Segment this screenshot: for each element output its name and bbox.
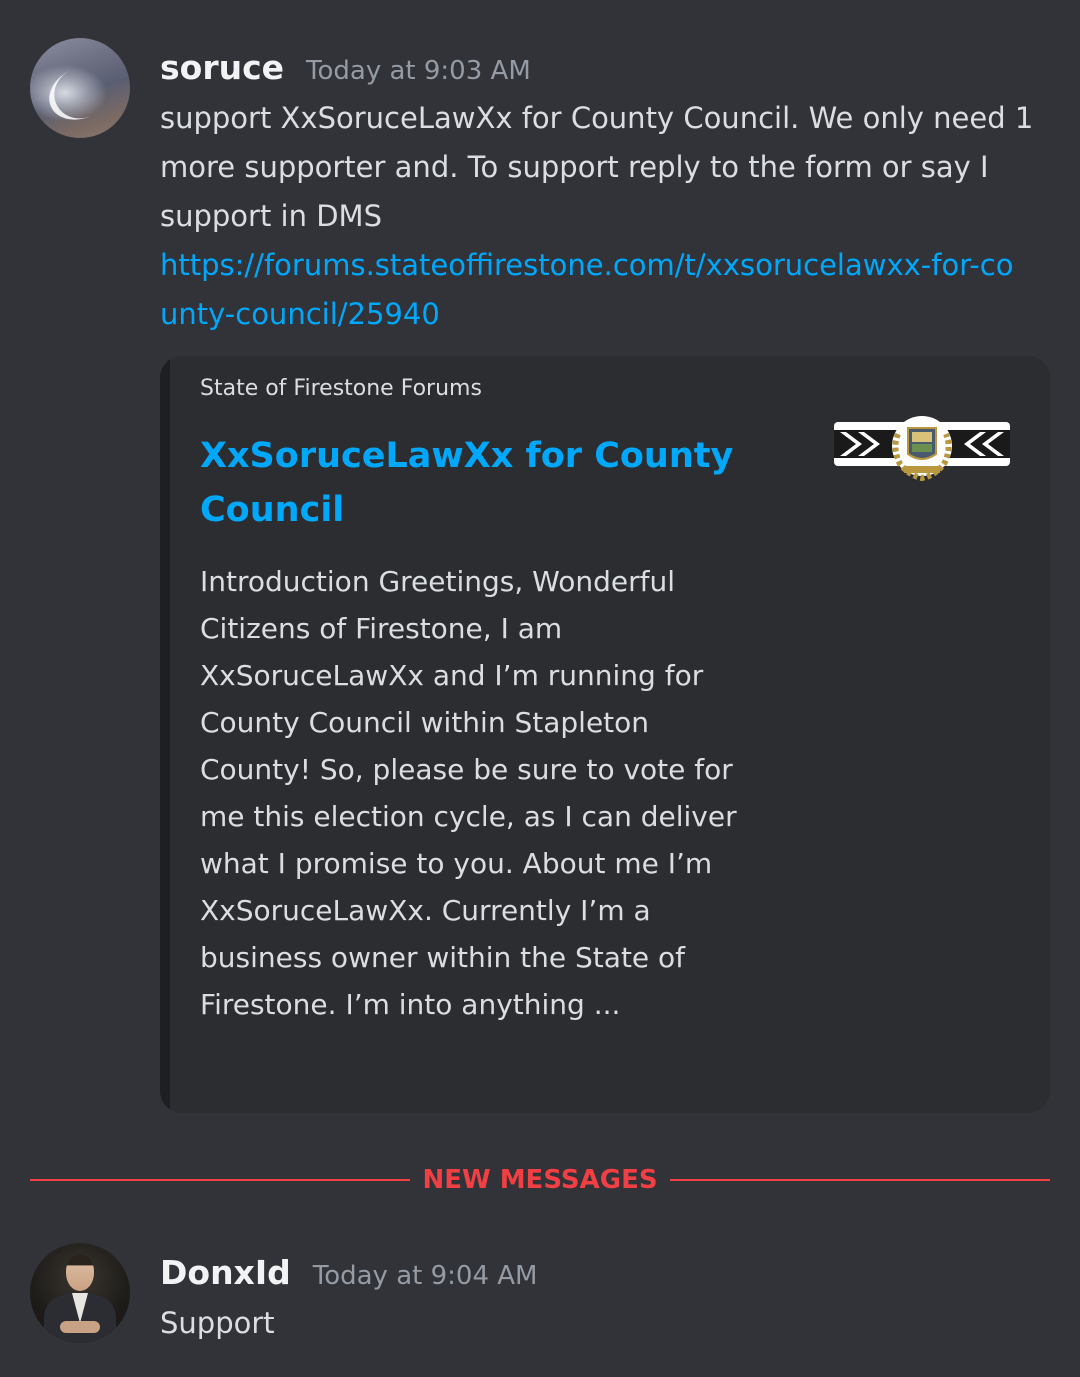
message-text: Support [160, 1306, 275, 1340]
new-messages-label: NEW MESSAGES [422, 1165, 658, 1195]
forum-link[interactable]: https://forums.stateoffirestone.com/t/xx… [160, 241, 1020, 339]
message-body: support XxSoruceLawXx for County Council… [160, 101, 1034, 233]
link-embed: State of Firestone Forums XxSoruceLawXx … [160, 356, 1050, 1113]
avatar-image-detail [60, 1321, 100, 1333]
embed-title[interactable]: XxSoruceLawXx for County Council [200, 429, 760, 537]
timestamp[interactable]: Today at 9:03 AM [306, 41, 531, 101]
message-text: support XxSoruceLawXx for County Council… [160, 94, 1055, 339]
divider-line-left [30, 1179, 410, 1181]
chat-view: soruce Today at 9:03 AM support XxSoruce… [0, 0, 1080, 1377]
username[interactable]: DonxId [160, 1243, 291, 1303]
embed-accent-bar [160, 356, 170, 1113]
avatar[interactable] [30, 1243, 130, 1343]
divider-line-right [670, 1179, 1050, 1181]
new-messages-divider: NEW MESSAGES [30, 1160, 1050, 1200]
username[interactable]: soruce [160, 38, 284, 98]
message-header: DonxId Today at 9:04 AM [160, 1243, 1060, 1303]
embed-provider[interactable]: State of Firestone Forums [200, 376, 482, 401]
state-of-firestone-logo-icon[interactable] [834, 414, 1010, 482]
avatar[interactable] [30, 38, 130, 138]
avatar-image-detail [40, 56, 122, 130]
message-content: soruce Today at 9:03 AM support XxSoruce… [160, 38, 1060, 1113]
embed-description: Introduction Greetings, Wonderful Citize… [200, 565, 737, 1021]
avatar-image-detail [66, 1255, 94, 1291]
timestamp[interactable]: Today at 9:04 AM [313, 1246, 538, 1306]
message-header: soruce Today at 9:03 AM [160, 38, 1060, 98]
message-content: DonxId Today at 9:04 AM Support [160, 1243, 1060, 1348]
